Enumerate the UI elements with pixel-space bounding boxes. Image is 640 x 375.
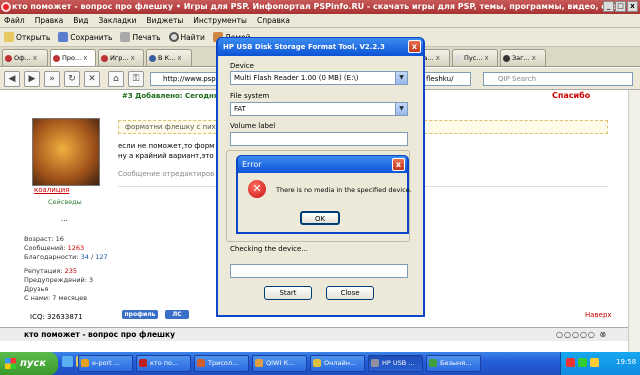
home-nav-icon[interactable]: ⌂ (108, 71, 124, 87)
back-icon[interactable]: ◀ (4, 71, 20, 87)
close-tab-icon[interactable]: x (131, 54, 138, 62)
windows-logo-icon (5, 358, 16, 369)
top-link[interactable]: Наверх (585, 311, 612, 319)
taskbar-item-4[interactable]: QIWI К... (252, 355, 307, 372)
minimize-button[interactable]: _ (603, 1, 614, 12)
menu-bookmarks[interactable]: Закладки (99, 14, 137, 27)
open-button[interactable]: Открыть (4, 32, 50, 42)
pm-button[interactable]: ЛС (165, 310, 189, 319)
error-close-icon[interactable]: x (392, 158, 405, 171)
close-button[interactable]: Close (326, 286, 374, 300)
taskbar-item-1[interactable]: e-port ... (78, 355, 133, 372)
user-info: Возраст: 16 Сообщений: 1263 Благодарност… (24, 235, 108, 302)
thanks-button[interactable]: Спасибо (552, 91, 590, 100)
edited-note: Сообщение отредактиров (118, 170, 215, 178)
taskbar-item-5[interactable]: Онлайн... (310, 355, 365, 372)
tray-app-icon[interactable] (566, 358, 575, 367)
tab-6[interactable]: Пус... x (452, 49, 498, 66)
format-tool-close-icon[interactable]: x (408, 40, 421, 53)
error-icon: ✕ (248, 180, 266, 198)
url-input-tail[interactable]: fleshku/ (423, 72, 471, 86)
format-tool-title: HP USB Disk Storage Format Tool, V2.2.3 (218, 38, 423, 56)
key-icon[interactable]: ⚿ (128, 71, 144, 87)
avatar (32, 118, 100, 186)
error-title: Error (238, 156, 407, 173)
chevron-down-icon[interactable]: ▼ (395, 103, 407, 115)
printer-icon (120, 32, 131, 42)
tab-favicon (455, 54, 462, 62)
tab-2[interactable]: Про... x (50, 49, 96, 66)
user-title: Сейсведы (48, 198, 82, 206)
tab-favicon (101, 54, 108, 62)
device-label: Device (230, 62, 254, 70)
taskbar-item-6[interactable]: HP USB ... (368, 355, 423, 372)
tab-favicon (149, 54, 156, 62)
maximize-button[interactable]: □ (615, 1, 626, 12)
save-button[interactable]: Сохранить (58, 32, 112, 42)
menu-edit[interactable]: Правка (35, 14, 64, 27)
tab-3[interactable]: Игр... x (98, 49, 144, 66)
taskbar-item-2[interactable]: кто по... (136, 355, 191, 372)
post-header[interactable]: #3 Добавлено: Сегодня в (122, 92, 225, 100)
profile-button[interactable]: профиль (122, 310, 158, 319)
taskbar-item-7[interactable]: Безыня... (426, 355, 481, 372)
browser-title: кто поможет - вопрос про флешку • Игры д… (12, 2, 640, 11)
progress-bar (230, 264, 408, 278)
search-icon (168, 32, 179, 42)
stop-icon[interactable]: ✕ (84, 71, 100, 87)
device-select[interactable]: Multi Flash Reader 1.00 (0 MB) (E:\) ▼ (230, 71, 408, 85)
browser-title-bar: кто поможет - вопрос про флешку • Игры д… (0, 0, 640, 14)
menu-widgets[interactable]: Виджеты (146, 14, 183, 27)
fs-select[interactable]: FAT ▼ (230, 102, 408, 116)
tray-volume-icon[interactable] (590, 358, 599, 367)
opera-icon (1, 2, 11, 12)
menu-view[interactable]: Вид (73, 14, 88, 27)
tab-4[interactable]: В К... x (146, 49, 192, 66)
floppy-icon (58, 32, 69, 42)
close-tab-icon[interactable]: x (177, 54, 184, 62)
reload-icon[interactable]: ↻ (64, 71, 80, 87)
close-tab-icon[interactable]: x (83, 54, 90, 62)
menu-file[interactable]: Файл (4, 14, 25, 27)
checking-status: Checking the device... (230, 245, 308, 253)
close-tab-icon[interactable]: x (436, 54, 443, 62)
post-body: если не поможет,то форм ну а крайний вар… (118, 142, 215, 160)
fast-forward-icon[interactable]: » (44, 71, 60, 87)
close-window-button[interactable]: x (627, 1, 638, 12)
folder-icon (4, 32, 14, 42)
tab-favicon (503, 54, 510, 62)
icq-number: ICQ: 32633871 (30, 313, 83, 321)
fs-label: File system (230, 92, 270, 100)
clock[interactable]: 19:58 (616, 358, 636, 366)
close-tab-icon[interactable]: x (532, 54, 539, 62)
ie-icon[interactable] (62, 356, 73, 367)
chevron-down-icon[interactable]: ▼ (395, 72, 407, 84)
forward-icon[interactable]: ▶ (24, 71, 40, 87)
find-button[interactable]: Найти (168, 32, 205, 42)
tab-favicon (5, 54, 12, 62)
volume-input[interactable] (230, 132, 408, 146)
print-button[interactable]: Печать (120, 32, 161, 42)
volume-label: Volume label (230, 122, 276, 130)
tab-7[interactable]: Заг... x (500, 49, 546, 66)
user-dots: ... (61, 215, 68, 223)
tab-favicon (53, 54, 60, 62)
search-input[interactable]: QIP Search (483, 72, 633, 86)
menu-bar: Файл Правка Вид Закладки Виджеты Инструм… (0, 14, 640, 28)
taskbar-item-3[interactable]: Трисол... (194, 355, 249, 372)
pagination-dots[interactable]: ○○○○○ ⊗ (556, 330, 607, 339)
username-link[interactable]: коалиция (34, 186, 69, 194)
error-message: There is no media in the specified devic… (276, 186, 412, 194)
tray-network-icon[interactable] (578, 358, 587, 367)
ok-button[interactable]: OK (300, 211, 340, 225)
url-input[interactable]: http://www.pspi (150, 72, 222, 86)
menu-help[interactable]: Справка (257, 14, 290, 27)
tab-1[interactable]: Оф... x (2, 49, 48, 66)
topic-footer: кто поможет - вопрос про флешку (0, 327, 628, 341)
close-tab-icon[interactable]: x (485, 54, 492, 62)
close-tab-icon[interactable]: x (33, 54, 40, 62)
start-button[interactable]: Start (264, 286, 312, 300)
menu-tools[interactable]: Инструменты (193, 14, 247, 27)
page-scrollbar[interactable] (628, 90, 640, 352)
